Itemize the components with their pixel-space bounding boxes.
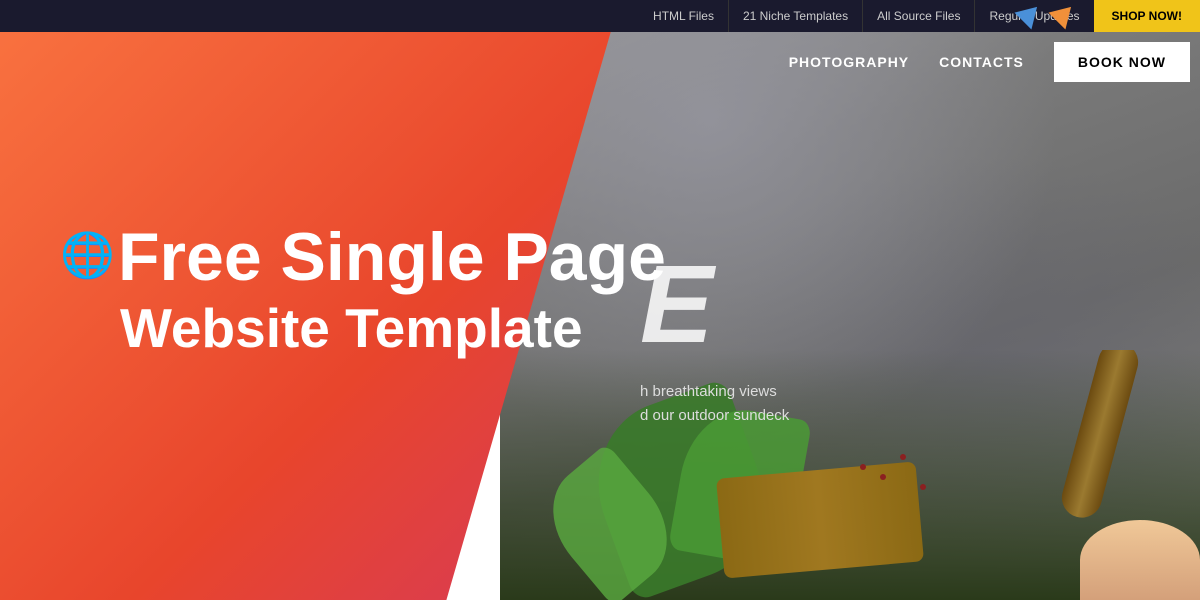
banner-source-files: All Source Files (863, 0, 975, 32)
sub-description: h breathtaking views d our outdoor sunde… (640, 380, 789, 428)
nav-photography[interactable]: PHOTOGRAPHY (789, 54, 909, 70)
spice-dot-4 (860, 464, 866, 470)
right-navigation: PHOTOGRAPHY CONTACTS BOOK NOW (570, 32, 1200, 92)
left-content: 🌐 Free Single Page Website Template (60, 220, 666, 361)
right-text-overlay: E h breathtaking views d our outdoor sun… (640, 250, 789, 428)
title-line-2: Website Template (120, 295, 666, 361)
spice-dot-2 (900, 454, 906, 460)
book-now-button[interactable]: BOOK NOW (1054, 42, 1190, 82)
spice-dot-1 (880, 474, 886, 480)
person-image (1080, 520, 1200, 600)
person-silhouette (1080, 520, 1200, 600)
banner-niche-templates: 21 Niche Templates (729, 0, 863, 32)
arrow-decoration (1014, 0, 1080, 28)
big-letter: E (640, 250, 789, 360)
arrow-orange (1048, 0, 1079, 30)
banner-items: HTML Files 21 Niche Templates All Source… (639, 0, 1200, 32)
spice-dot-3 (920, 484, 926, 490)
nav-contacts[interactable]: CONTACTS (939, 54, 1024, 70)
shop-now-button[interactable]: SHOP NOW! (1094, 0, 1200, 32)
banner-html-files: HTML Files (639, 0, 729, 32)
globe-icon: 🌐 (60, 232, 110, 282)
title-line-1: 🌐 Free Single Page (60, 220, 666, 295)
wood-board (716, 461, 924, 578)
arrow-blue (1014, 0, 1045, 30)
